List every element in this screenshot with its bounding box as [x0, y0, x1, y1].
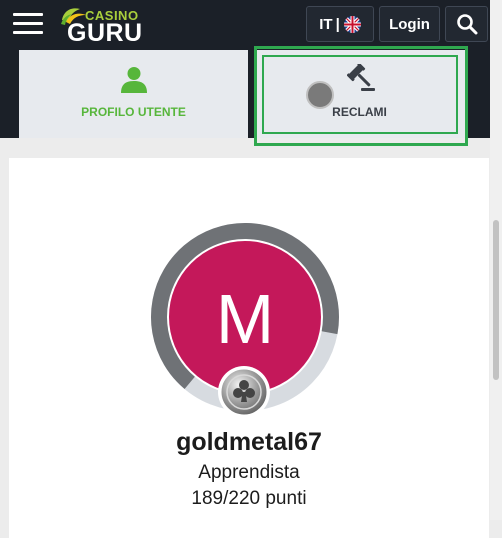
hamburger-icon[interactable] — [13, 11, 45, 37]
language-separator: | — [335, 15, 340, 33]
cursor-dot — [306, 81, 334, 109]
uk-flag-icon — [343, 15, 361, 33]
points-counter: 189/220 punti — [191, 488, 307, 509]
scrollbar-thumb[interactable] — [493, 220, 499, 380]
casino-guru-logo[interactable]: CASINO GURU — [58, 6, 148, 47]
tab-profilo-utente[interactable]: PROFILO UTENTE — [19, 50, 248, 138]
rank-medal — [218, 366, 270, 418]
highlight-box-inner — [262, 55, 458, 134]
logo-guru-text: GURU — [67, 19, 143, 47]
search-button[interactable] — [445, 6, 488, 42]
user-icon — [121, 67, 147, 93]
avatar-letter: M — [216, 280, 274, 358]
rank-title: Apprendista — [198, 462, 300, 483]
login-button[interactable]: Login — [379, 6, 440, 42]
language-code: IT — [319, 15, 333, 33]
language-selector[interactable]: IT | — [306, 6, 374, 42]
tab-label-profilo: PROFILO UTENTE — [81, 105, 186, 119]
username: goldmetal67 — [176, 428, 322, 456]
search-icon — [456, 14, 477, 35]
